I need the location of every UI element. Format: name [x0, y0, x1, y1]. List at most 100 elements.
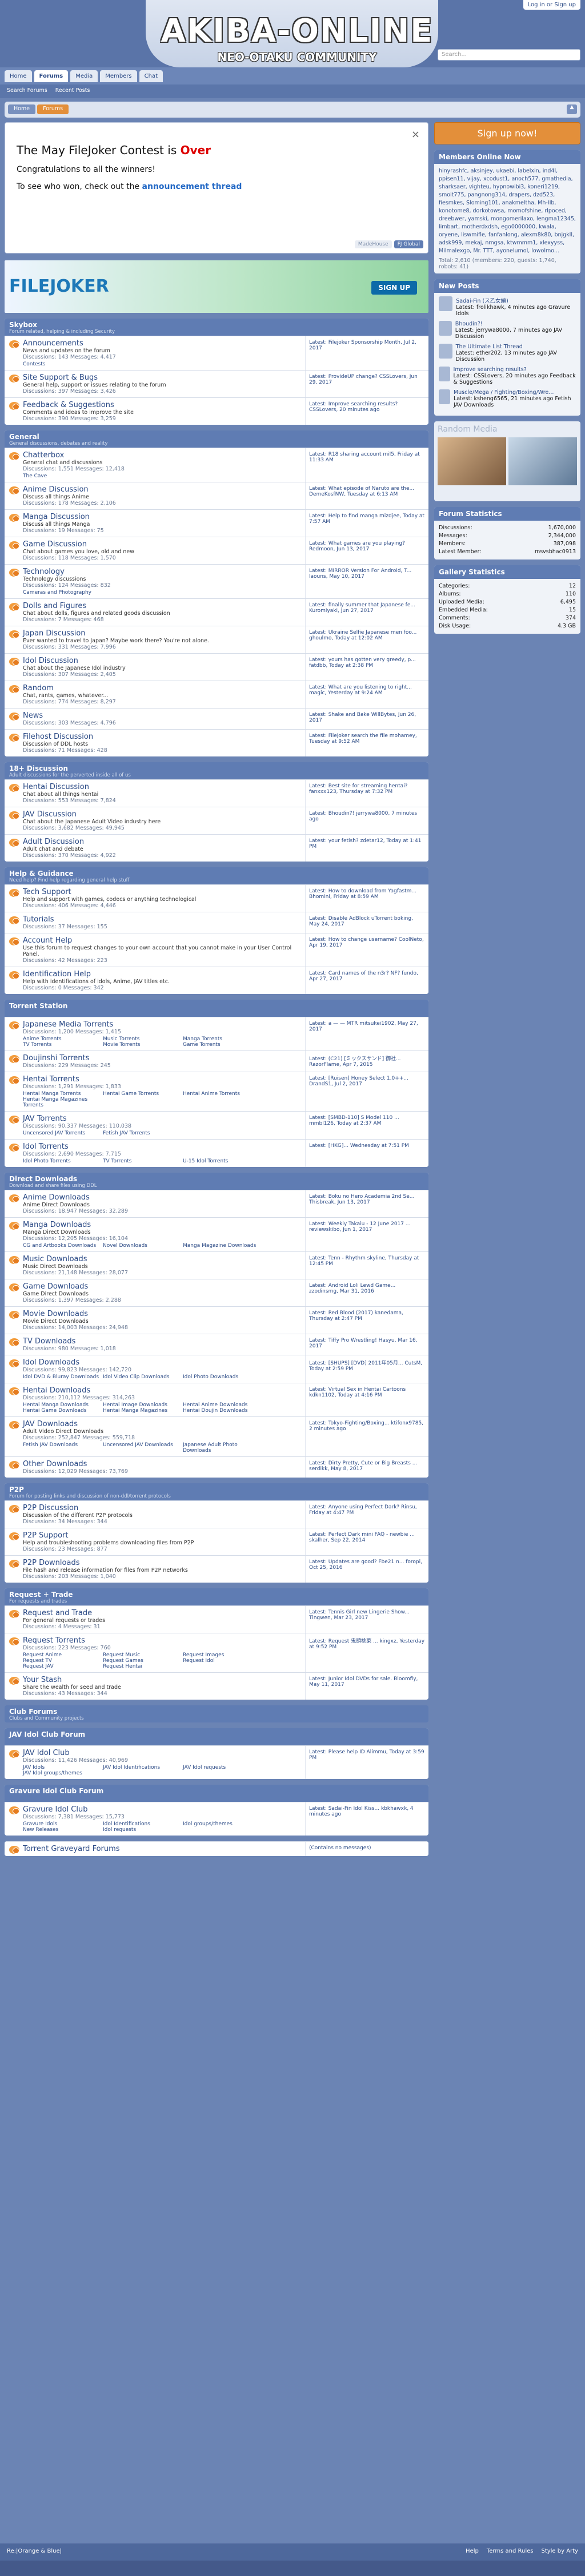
- category-title[interactable]: Club Forums: [9, 1708, 424, 1716]
- last-post-link[interactable]: (Contains no messages): [309, 1845, 371, 1851]
- last-post-link[interactable]: Latest: Dirty Pretty, Cute or Big Breast…: [309, 1460, 417, 1472]
- filejoker-banner[interactable]: FILEJOKER SIGN UP: [5, 260, 428, 313]
- forum-title[interactable]: Anime Downloads: [23, 1193, 303, 1202]
- category-title[interactable]: 18+ Discussion: [9, 764, 424, 772]
- forum-title[interactable]: Idol Downloads: [23, 1358, 303, 1367]
- last-post-link[interactable]: Latest: What episode of Naruto are the..…: [309, 486, 414, 497]
- last-post-link[interactable]: Latest: Disable AdBlock uTorrent boking,…: [309, 916, 413, 927]
- category-title[interactable]: General: [9, 433, 424, 441]
- subforum-link[interactable]: TV Torrents: [103, 1158, 183, 1164]
- subforum-link[interactable]: Fetish JAV Torrents: [103, 1130, 183, 1136]
- tab-forums[interactable]: Forums: [34, 70, 69, 82]
- subforum-link[interactable]: Hentai Manga Magazines: [103, 1408, 183, 1414]
- site-logo[interactable]: AKIBA-ONLINE: [149, 13, 446, 50]
- subforum-link[interactable]: Request Music: [103, 1652, 183, 1658]
- subforum-link[interactable]: Hentai Doujin Downloads: [183, 1408, 263, 1414]
- subforum-link[interactable]: Hentai Anime Downloads: [183, 1402, 263, 1408]
- new-post-title[interactable]: Muscle/Mega / Fighting/Boxing/Wre...: [454, 389, 576, 396]
- last-post-link[interactable]: Latest: [Ruisen] Honey Select 1.0++... D…: [309, 1076, 408, 1087]
- subforum-link[interactable]: Gravure Idols: [23, 1821, 103, 1827]
- tab-media[interactable]: Media: [70, 70, 98, 82]
- subforum-link[interactable]: Request Idol: [183, 1658, 263, 1664]
- subforum-link[interactable]: Request Hentai: [103, 1664, 183, 1669]
- subforum-link[interactable]: Idol groups/themes: [183, 1821, 263, 1827]
- avatar[interactable]: [439, 344, 452, 359]
- last-post-link[interactable]: Latest: Updates are good? Fbe21 n... for…: [309, 1559, 422, 1571]
- subforum-link[interactable]: Hentai Game Downloads: [23, 1408, 103, 1414]
- category-header[interactable]: JAV Idol Club Forum: [5, 1728, 428, 1745]
- last-post-link[interactable]: Latest: What are you listening to right.…: [309, 685, 412, 696]
- last-post-link[interactable]: Latest: How to download from Yagfastm...…: [309, 888, 416, 900]
- category-title[interactable]: P2P: [9, 1486, 424, 1494]
- last-post-link[interactable]: Latest: Tenn - Rhythm skyline, Thursday …: [309, 1255, 419, 1267]
- new-post-item[interactable]: Muscle/Mega / Fighting/Boxing/Wre... Late…: [439, 389, 576, 408]
- last-post-link[interactable]: Latest: Perfect Dark mini FAQ - newbie .…: [309, 1532, 415, 1543]
- last-post-link[interactable]: Latest: Sadai-Fin Idol Kiss... kbkhawxk,…: [309, 1806, 414, 1817]
- category-title[interactable]: Help & Guidance: [9, 870, 424, 878]
- forum-title[interactable]: JAV Idol Club: [23, 1749, 303, 1757]
- new-post-item[interactable]: The Ultimate List Thread Latest: ether202…: [439, 344, 576, 363]
- forum-title[interactable]: Your Stash: [23, 1676, 303, 1684]
- last-post-link[interactable]: Latest: Tennis Girl new Lingerie Show...…: [309, 1609, 410, 1621]
- forum-title[interactable]: Account Help: [23, 936, 303, 945]
- forum-title[interactable]: Hentai Discussion: [23, 783, 303, 791]
- banner-signup-button[interactable]: SIGN UP: [371, 281, 417, 295]
- subforum-link[interactable]: Hentai Manga Torrents: [23, 1091, 103, 1097]
- crumb-forums[interactable]: Forums: [37, 104, 69, 114]
- subforum-link[interactable]: Hentai Manga Magazines Torrents: [23, 1097, 103, 1108]
- forum-title[interactable]: Request and Trade: [23, 1609, 303, 1617]
- forum-title[interactable]: Manga Downloads: [23, 1221, 303, 1229]
- subforum-link[interactable]: Contests: [23, 361, 103, 367]
- login-link[interactable]: Log in or Sign up: [523, 0, 580, 10]
- subforum-link[interactable]: U-15 Idol Torrents: [183, 1158, 263, 1164]
- recent-posts-link[interactable]: Recent Posts: [55, 87, 90, 95]
- last-post-link[interactable]: Latest: What games are you playing? Redm…: [309, 541, 405, 552]
- forum-title[interactable]: Manga Discussion: [23, 513, 303, 521]
- subforum-link[interactable]: Request TV: [23, 1658, 103, 1664]
- last-post-link[interactable]: Latest: Best site for streaming hentai? …: [309, 783, 407, 795]
- close-icon[interactable]: ×: [411, 128, 420, 140]
- category-title[interactable]: Skybox: [9, 321, 424, 329]
- category-title[interactable]: Gravure Idol Club Forum: [9, 1787, 424, 1795]
- jump-icon[interactable]: ▲: [567, 104, 577, 114]
- forum-title[interactable]: Gravure Idol Club: [23, 1805, 303, 1814]
- forum-title[interactable]: Tech Support: [23, 888, 303, 896]
- last-post-link[interactable]: Latest: Improve searching results? CSSLo…: [309, 401, 398, 413]
- subforum-link[interactable]: Hentai Manga Downloads: [23, 1402, 103, 1408]
- forum-title[interactable]: Movie Downloads: [23, 1310, 303, 1318]
- notice-tag-1[interactable]: MadeHouse: [354, 240, 392, 248]
- category-header[interactable]: Club Forums Clubs and Community projects: [5, 1705, 428, 1722]
- avatar[interactable]: [439, 367, 450, 381]
- subforum-link[interactable]: Fetish JAV Downloads: [23, 1442, 103, 1454]
- last-post-link[interactable]: Latest: Red Blood (2017) kanedama, Thurs…: [309, 1310, 403, 1322]
- new-post-title[interactable]: Improve searching results?: [454, 367, 576, 373]
- forum-title[interactable]: Hentai Downloads: [23, 1386, 303, 1395]
- new-post-title[interactable]: Sadai-Fin (ス乙女編): [456, 296, 576, 304]
- subforum-link[interactable]: Request Games: [103, 1658, 183, 1664]
- members-online-list[interactable]: hinyrashfc, aksinjey, ukaebi, labelxin, …: [439, 167, 576, 255]
- last-post-link[interactable]: Latest: [SHUPS] [DVD] 2011年05月... CutsM,…: [309, 1361, 422, 1372]
- last-post-link[interactable]: Latest: (C21) [ミックスサンド] 御社... RazorFlame…: [309, 1056, 401, 1068]
- forum-title[interactable]: Filehost Discussion: [23, 732, 303, 741]
- category-header[interactable]: General General discussions, debates and …: [5, 430, 428, 448]
- forum-title[interactable]: Announcements: [23, 339, 303, 348]
- forum-title[interactable]: Game Discussion: [23, 540, 303, 549]
- last-post-link[interactable]: Latest: [SMBD-110] S Model 110 ... mmbl1…: [309, 1115, 399, 1126]
- last-post-link[interactable]: Latest: Help to find manga mizdjee, Toda…: [309, 513, 424, 525]
- last-post-link[interactable]: Latest: Filejoker search the file mohame…: [309, 733, 417, 744]
- last-post-link[interactable]: Latest: Android Loli Lewd Game... zzodin…: [309, 1283, 395, 1294]
- last-post-link[interactable]: Latest: ProvideUP change? CSSLovers, Jun…: [309, 374, 418, 385]
- forum-title[interactable]: Idol Discussion: [23, 657, 303, 665]
- subforum-link[interactable]: Uncensored JAV Downloads: [103, 1442, 183, 1454]
- subforum-link[interactable]: Anime Torrents: [23, 1036, 103, 1042]
- subforum-link[interactable]: JAV Idol requests: [183, 1765, 263, 1770]
- category-header[interactable]: P2P Forum for posting links and discussio…: [5, 1483, 428, 1500]
- subforum-link[interactable]: Request Images: [183, 1652, 263, 1658]
- category-title[interactable]: Torrent Station: [9, 1002, 424, 1010]
- subforum-link[interactable]: Request Anime: [23, 1652, 103, 1658]
- forum-title[interactable]: Chatterbox: [23, 451, 303, 460]
- forum-title[interactable]: Feedback & Suggestions: [23, 401, 303, 409]
- new-post-title[interactable]: The Ultimate List Thread: [456, 344, 576, 350]
- forum-title[interactable]: Anime Discussion: [23, 485, 303, 494]
- last-post-link[interactable]: Latest: Virtual Sex in Hentai Cartoons k…: [309, 1387, 406, 1398]
